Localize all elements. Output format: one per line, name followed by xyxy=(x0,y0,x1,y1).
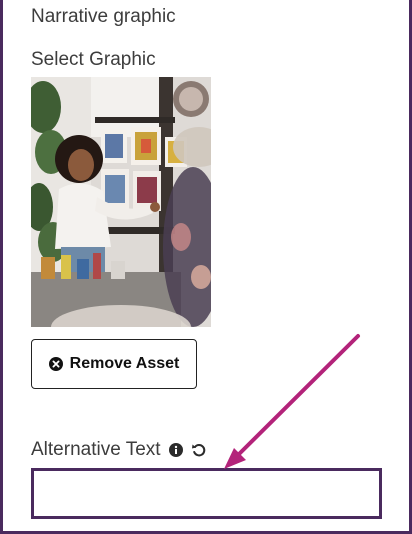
section-title: Narrative graphic xyxy=(31,6,176,27)
remove-asset-button[interactable]: Remove Asset xyxy=(31,339,197,389)
graphic-preview-image[interactable] xyxy=(31,77,211,327)
undo-icon[interactable] xyxy=(191,442,207,458)
panel-frame: Narrative graphic Select Graphic Remove … xyxy=(0,0,412,534)
remove-asset-label: Remove Asset xyxy=(69,355,180,372)
photo-woman-artist-studio xyxy=(31,77,211,327)
alternative-text-input[interactable] xyxy=(31,468,382,519)
alternative-text-header: Alternative Text xyxy=(31,439,207,461)
info-circle-icon[interactable] xyxy=(168,443,183,457)
alternative-text-label: Alternative Text xyxy=(31,439,161,460)
select-graphic-label: Select Graphic xyxy=(31,49,156,70)
close-circle-icon xyxy=(48,357,63,371)
